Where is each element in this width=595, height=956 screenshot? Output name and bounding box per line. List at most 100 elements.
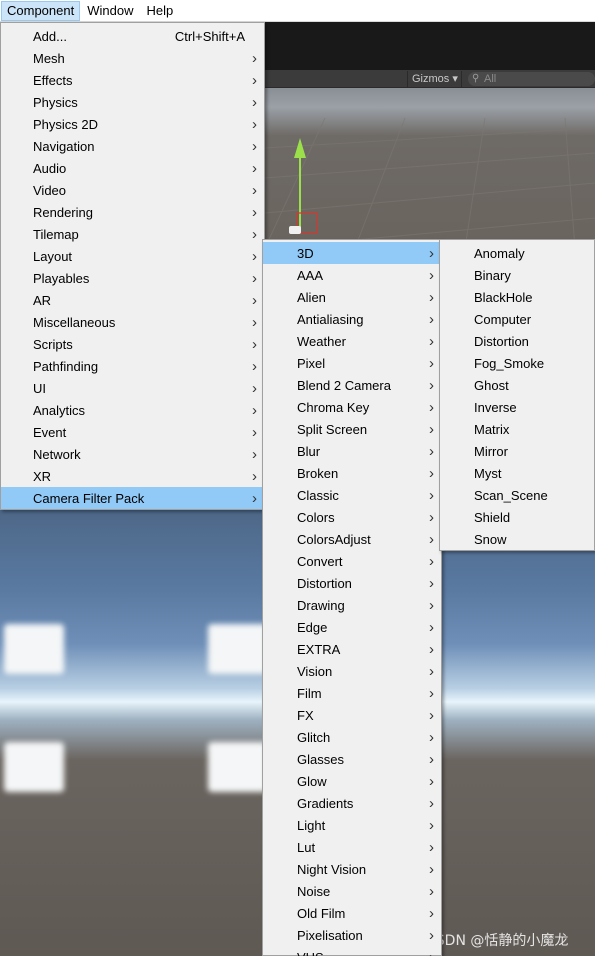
submenu-item-alien[interactable]: Alien › xyxy=(263,286,441,308)
filter-item-shield[interactable]: Shield xyxy=(440,506,594,528)
submenu-item-vision[interactable]: Vision › xyxy=(263,660,441,682)
filter-item-matrix[interactable]: Matrix xyxy=(440,418,594,440)
filter-item-blackhole[interactable]: BlackHole xyxy=(440,286,594,308)
menu-item-audio[interactable]: Audio › xyxy=(1,157,264,179)
menu-item-mesh[interactable]: Mesh › xyxy=(1,47,264,69)
submenu-item-old-film[interactable]: Old Film › xyxy=(263,902,441,924)
submenu-item-lut[interactable]: Lut › xyxy=(263,836,441,858)
filter-item-mirror[interactable]: Mirror xyxy=(440,440,594,462)
submenu-item-label: Drawing xyxy=(297,598,345,613)
submenu-item-weather[interactable]: Weather › xyxy=(263,330,441,352)
filter-item-scan-scene[interactable]: Scan_Scene xyxy=(440,484,594,506)
submenu-item-pixel[interactable]: Pixel › xyxy=(263,352,441,374)
submenu-item-film[interactable]: Film › xyxy=(263,682,441,704)
menu-item-xr[interactable]: XR › xyxy=(1,465,264,487)
submenu-item-antialiasing[interactable]: Antialiasing › xyxy=(263,308,441,330)
submenu-item-drawing[interactable]: Drawing › xyxy=(263,594,441,616)
submenu-item-gradients[interactable]: Gradients › xyxy=(263,792,441,814)
scene-view[interactable] xyxy=(265,88,595,248)
submenu-item-label: Old Film xyxy=(297,906,346,921)
menu-item-scripts[interactable]: Scripts › xyxy=(1,333,264,355)
chevron-right-icon: › xyxy=(252,490,257,507)
submenu-item-edge[interactable]: Edge › xyxy=(263,616,441,638)
submenu-item-blur[interactable]: Blur › xyxy=(263,440,441,462)
submenu-item-convert[interactable]: Convert › xyxy=(263,550,441,572)
submenu-item-label: Vision xyxy=(297,664,333,679)
submenu-item-broken[interactable]: Broken › xyxy=(263,462,441,484)
component-menu: Add... Ctrl+Shift+A Mesh › Effects › Physics › P… xyxy=(0,22,265,510)
menu-item-pathfinding[interactable]: Pathfinding › xyxy=(1,355,264,377)
submenu-item-fx[interactable]: FX › xyxy=(263,704,441,726)
menu-item-effects[interactable]: Effects › xyxy=(1,69,264,91)
chevron-right-icon: › xyxy=(252,424,257,441)
filter-item-label: Mirror xyxy=(474,444,508,459)
menu-item-video[interactable]: Video › xyxy=(1,179,264,201)
menu-item-event[interactable]: Event › xyxy=(1,421,264,443)
filter-item-inverse[interactable]: Inverse xyxy=(440,396,594,418)
submenu-item-noise[interactable]: Noise › xyxy=(263,880,441,902)
filter-item-distortion[interactable]: Distortion xyxy=(440,330,594,352)
filter-item-label: Binary xyxy=(474,268,511,283)
menu-item-shortcut: Ctrl+Shift+A xyxy=(174,29,245,44)
filter-item-computer[interactable]: Computer xyxy=(440,308,594,330)
filter-item-snow[interactable]: Snow xyxy=(440,528,594,550)
submenu-item-distortion[interactable]: Distortion › xyxy=(263,572,441,594)
submenu-item-chroma-key[interactable]: Chroma Key › xyxy=(263,396,441,418)
submenu-item-blend-2-camera[interactable]: Blend 2 Camera › xyxy=(263,374,441,396)
menu-item-rendering[interactable]: Rendering › xyxy=(1,201,264,223)
menu-item-label: Rendering xyxy=(33,205,93,220)
submenu-item-label: Gradients xyxy=(297,796,354,811)
menu-item-physics[interactable]: Physics › xyxy=(1,91,264,113)
menu-item-navigation[interactable]: Navigation › xyxy=(1,135,264,157)
menu-item-physics-2d[interactable]: Physics 2D › xyxy=(1,113,264,135)
filter-item-anomaly[interactable]: Anomaly xyxy=(440,242,594,264)
submenu-item-classic[interactable]: Classic › xyxy=(263,484,441,506)
chevron-right-icon: › xyxy=(429,597,434,614)
menubar-window[interactable]: Window xyxy=(81,1,139,21)
filter-item-binary[interactable]: Binary xyxy=(440,264,594,286)
menu-item-network[interactable]: Network › xyxy=(1,443,264,465)
gizmos-dropdown[interactable]: Gizmos ▾ xyxy=(407,71,462,87)
menu-item-label: Tilemap xyxy=(33,227,79,242)
menubar-component[interactable]: Component xyxy=(1,0,81,21)
submenu-item-pixelisation[interactable]: Pixelisation › xyxy=(263,924,441,946)
menu-item-add[interactable]: Add... Ctrl+Shift+A xyxy=(1,25,264,47)
filter-item-ghost[interactable]: Ghost xyxy=(440,374,594,396)
filter-item-label: Computer xyxy=(474,312,532,327)
submenu-item-glitch[interactable]: Glitch › xyxy=(263,726,441,748)
submenu-item-night-vision[interactable]: Night Vision › xyxy=(263,858,441,880)
submenu-item-label: VHS xyxy=(297,950,324,956)
submenu-item-glow[interactable]: Glow › xyxy=(263,770,441,792)
camera-filter-pack-submenu: 3D › AAA › Alien › Antialiasing › Weather › Pixel ›… xyxy=(262,239,442,956)
chevron-right-icon: › xyxy=(429,509,434,526)
submenu-item-label: Convert xyxy=(297,554,343,569)
filter-item-myst[interactable]: Myst xyxy=(440,462,594,484)
submenu-item-split-screen[interactable]: Split Screen › xyxy=(263,418,441,440)
menu-item-analytics[interactable]: Analytics › xyxy=(1,399,264,421)
submenu-item-colors[interactable]: Colors › xyxy=(263,506,441,528)
submenu-item-vhs[interactable]: VHS › xyxy=(263,946,441,956)
submenu-item-light[interactable]: Light › xyxy=(263,814,441,836)
filter-item-fog-smoke[interactable]: Fog_Smoke xyxy=(440,352,594,374)
submenu-item-colorsadjust[interactable]: ColorsAdjust › xyxy=(263,528,441,550)
submenu-item-extra[interactable]: EXTRA › xyxy=(263,638,441,660)
chevron-right-icon: › xyxy=(429,531,434,548)
submenu-item-glasses[interactable]: Glasses › xyxy=(263,748,441,770)
menu-item-layout[interactable]: Layout › xyxy=(1,245,264,267)
menu-item-camera-filter-pack[interactable]: Camera Filter Pack › xyxy=(1,487,264,509)
chevron-right-icon: › xyxy=(252,314,257,331)
scene-search-input[interactable]: ⚲ All xyxy=(468,72,595,86)
submenu-item-aaa[interactable]: AAA › xyxy=(263,264,441,286)
submenu-item-3d[interactable]: 3D › xyxy=(263,242,441,264)
chevron-right-icon: › xyxy=(252,182,257,199)
menu-item-ui[interactable]: UI › xyxy=(1,377,264,399)
menu-item-playables[interactable]: Playables › xyxy=(1,267,264,289)
menu-item-tilemap[interactable]: Tilemap › xyxy=(1,223,264,245)
menubar-help[interactable]: Help xyxy=(140,1,179,21)
submenu-item-label: Antialiasing xyxy=(297,312,364,327)
chevron-right-icon: › xyxy=(252,292,257,309)
menu-item-miscellaneous[interactable]: Miscellaneous › xyxy=(1,311,264,333)
chevron-right-icon: › xyxy=(429,465,434,482)
chevron-right-icon: › xyxy=(429,443,434,460)
menu-item-ar[interactable]: AR › xyxy=(1,289,264,311)
